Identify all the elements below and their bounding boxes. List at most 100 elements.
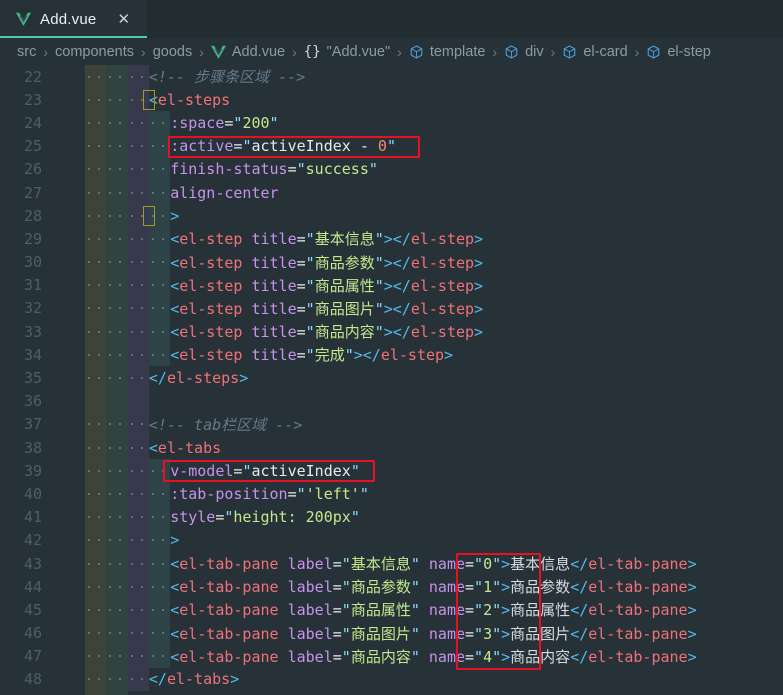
code-token: 3 [483,624,493,643]
code-text: :tab-position="'left'" [56,482,783,505]
code-line[interactable]: 43 <el-tab-pane label="基本信息" name="0">基本信… [0,551,783,576]
code-token: > [383,276,393,295]
code-token: name [428,624,466,643]
code-line[interactable]: 23 <el-steps [0,88,783,112]
code-line[interactable]: 37 <!-- tab栏区域 --> [0,412,783,436]
line-number: 45 [23,600,42,619]
close-icon[interactable]: ✕ [114,10,133,29]
cube-icon [648,44,660,59]
code-line[interactable]: 26 finish-status="success" [0,157,783,181]
code-token: < [170,555,180,574]
breadcrumb-label: div [525,43,544,60]
code-token: < [170,578,180,597]
code-text: </el-tabs> [56,668,783,691]
breadcrumb-separator: › [550,43,556,60]
code-token: > [474,276,484,295]
code-token: " [269,113,279,132]
code-line[interactable]: 30 <el-step title="商品参数"></el-step> [0,250,783,274]
line-number: 31 [23,276,42,295]
code-line[interactable]: 49</el-card> [0,691,783,695]
code-line[interactable]: 44 <el-tab-pane label="商品参数" name="1">商品参… [0,575,783,599]
breadcrumb-item-elcard[interactable]: el-card [562,44,628,60]
code-token: " [305,323,315,342]
code-text: > [56,529,783,552]
breadcrumb-label: components [55,43,135,60]
code-line[interactable]: 29 <el-step title="基本信息"></el-step> [0,227,783,251]
line-number: 34 [23,345,42,364]
editor-tab-add-vue[interactable]: Add.vue ✕ [0,0,148,38]
code-token: el-step [410,323,475,342]
code-line[interactable]: 42 > [0,528,783,552]
breadcrumb-item-addvue[interactable]: Add.vue [210,44,285,60]
cube-icon [564,44,576,59]
code-line[interactable]: 24:space="200" [0,111,783,135]
code-token: 基本信息 [314,230,375,249]
breadcrumb-item-elstep[interactable]: el-step [646,44,711,60]
code-token: el-step [380,346,445,365]
code-token: </ [570,647,589,666]
code-line[interactable]: 45 <el-tab-pane label="商品属性" name="2">商品属… [0,598,783,622]
code-token: el-steps [166,369,240,388]
breadcrumb-item-components[interactable]: components [55,44,134,60]
code-line[interactable]: 28 > [0,204,783,228]
code-token: title [251,276,297,295]
line-number: 40 [23,484,42,503]
code-line[interactable]: 41 style="height: 200px" [0,505,783,529]
code-token: title [251,346,297,365]
code-line[interactable]: 46 <el-tab-pane label="商品图片" name="3">商品图… [0,621,783,645]
code-line[interactable]: 25:active="activeIndex - 0" [0,134,783,158]
code-line[interactable]: 27 align-center [0,180,783,205]
line-number: 32 [23,299,42,318]
code-line[interactable]: 33 <el-step title="商品内容"></el-step> [0,320,783,344]
code-token: > [444,346,454,365]
code-token: = [287,160,297,179]
breadcrumb-label: src [17,43,37,60]
line-number: 29 [23,229,42,248]
code-text: <!-- tab栏区域 --> [56,413,783,436]
breadcrumb-separator: › [199,43,204,60]
code-line[interactable]: 22 <!-- 步骤条区域 --> [0,65,783,89]
code-line[interactable]: 36 [0,389,783,413]
code-token: 0 [377,137,387,156]
code-token: " [410,647,420,666]
code-token: > [687,624,697,643]
code-line[interactable]: 31 <el-step title="商品属性"></el-step> [0,273,783,297]
code-line[interactable]: 35 </el-steps> [0,366,783,390]
code-token: </ [148,369,167,388]
code-line[interactable]: 39 v-model="activeIndex" [0,459,783,483]
breadcrumb-item-addvue[interactable]: {} "Add.vue" [304,44,390,60]
code-token: 栏区域 [221,415,267,434]
breadcrumb-item-template[interactable]: template [409,44,485,60]
code-token: el-step [179,299,243,318]
code-line[interactable]: 40 :tab-position="'left'" [0,482,783,506]
code-token: " [386,137,396,156]
code-token: name [428,647,466,666]
code-token: " [374,253,384,272]
code-editor[interactable]: 22 <!-- 步骤条区域 --> 23 <el-steps 24:space="200… [0,65,783,695]
breadcrumb-item-goods[interactable]: goods [153,44,193,60]
code-line[interactable]: 34 <el-step title="完成"></el-step> [0,343,783,367]
code-token: v-model [170,461,234,480]
code-line[interactable]: 38 <el-tabs [0,436,783,460]
code-token: " [474,601,484,620]
code-line[interactable]: 32 <el-step title="商品图片"></el-step> [0,296,783,321]
code-token: 完成 [314,346,345,365]
code-token: " [305,346,315,365]
code-token: el-step [179,346,243,365]
code-token: > [501,647,511,666]
code-token: " [410,601,420,620]
code-token: " [492,624,502,643]
code-line[interactable]: 48 </el-tabs> [0,667,783,692]
line-number: 41 [23,508,42,527]
code-token: 1 [483,578,493,597]
code-line[interactable]: 47 <el-tab-pane label="商品内容" name="4">商品内… [0,644,783,668]
code-token: 商品属性 [350,601,411,620]
code-token: title [251,323,297,342]
breadcrumb-item-src[interactable]: src [17,44,36,60]
code-token: success [305,160,369,179]
line-number: 42 [23,531,42,550]
breadcrumb-separator: › [141,43,146,60]
breadcrumb-item-div[interactable]: div [504,44,544,60]
line-number: 33 [23,322,42,341]
